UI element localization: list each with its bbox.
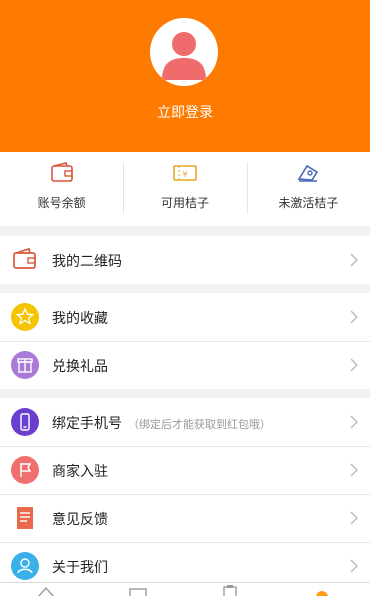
flag-icon	[11, 456, 39, 484]
menu-group-favorites: 我的收藏 兑换礼品	[0, 293, 370, 389]
coupon-icon: ¥	[173, 165, 197, 181]
chevron-right-icon	[350, 463, 358, 477]
menu-item-label: 商家入驻	[52, 464, 108, 480]
menu-item-favorites[interactable]: 我的收藏	[0, 293, 370, 341]
wallet-icon	[50, 162, 73, 182]
person-icon	[11, 552, 39, 580]
login-link[interactable]: 立即登录	[0, 102, 370, 122]
menu-item-gifts[interactable]: 兑换礼品	[0, 341, 370, 389]
user-avatar-icon	[162, 32, 206, 80]
avatar[interactable]	[150, 18, 218, 86]
star-icon	[11, 303, 39, 331]
profile-header: 立即登录	[0, 0, 370, 152]
menu-item-label-wrap: 绑定手机号 （绑定后才能获取到红包哦）	[52, 413, 271, 433]
menu-item-qrcode[interactable]: 我的二维码	[0, 236, 370, 284]
stat-available-oranges[interactable]: ¥ 可用桔子	[123, 152, 246, 226]
menu-item-bind-phone[interactable]: 绑定手机号 （绑定后才能获取到红包哦）	[0, 398, 370, 446]
wallet-icon	[11, 246, 39, 274]
stat-label: 可用桔子	[160, 196, 209, 210]
chevron-right-icon	[350, 253, 358, 267]
gift-icon	[11, 351, 39, 379]
bottom-tab-bar	[0, 582, 370, 596]
clipboard-icon[interactable]	[220, 585, 240, 596]
profile-tab-icon[interactable]	[312, 585, 332, 596]
menu-item-label: 意见反馈	[52, 512, 108, 528]
menu-item-label: 绑定手机号	[52, 416, 122, 432]
profile-page: 立即登录 账号余额 ¥ 可用桔子 未激活桔子 我的二维码 我的收藏 兑换礼品 绑…	[0, 0, 370, 596]
account-stats: 账号余额 ¥ 可用桔子 未激活桔子	[0, 152, 370, 226]
stat-balance[interactable]: 账号余额	[0, 152, 123, 226]
stat-label: 账号余额	[37, 196, 86, 210]
menu-item-feedback[interactable]: 意见反馈	[0, 494, 370, 542]
menu-item-label: 我的收藏	[52, 311, 108, 327]
menu-group-account: 绑定手机号 （绑定后才能获取到红包哦） 商家入驻 意见反馈 关于我们	[0, 398, 370, 590]
menu-group-qrcode: 我的二维码	[0, 236, 370, 284]
stat-label: 未激活桔子	[278, 196, 339, 210]
phone-icon	[11, 408, 39, 436]
svg-text:¥: ¥	[182, 170, 187, 179]
document-icon	[11, 504, 39, 532]
menu-item-merchant[interactable]: 商家入驻	[0, 446, 370, 494]
chevron-right-icon	[350, 511, 358, 525]
chevron-right-icon	[350, 310, 358, 324]
chevron-right-icon	[350, 358, 358, 372]
ticket-icon	[297, 164, 319, 182]
chevron-right-icon	[350, 559, 358, 573]
stat-inactive-oranges[interactable]: 未激活桔子	[246, 152, 370, 226]
menu-item-label: 我的二维码	[52, 254, 122, 270]
bind-phone-hint: （绑定后才能获取到红包哦）	[128, 418, 271, 431]
chevron-right-icon	[350, 415, 358, 429]
home-icon[interactable]	[36, 585, 56, 596]
menu-item-label: 关于我们	[52, 560, 108, 576]
list-icon[interactable]	[128, 585, 148, 596]
menu-item-label: 兑换礼品	[52, 359, 108, 375]
